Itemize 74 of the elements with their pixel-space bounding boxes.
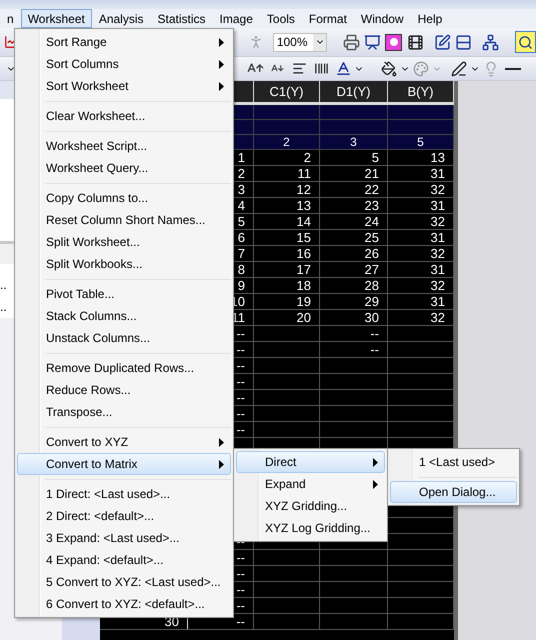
submenu-arrow-icon	[219, 82, 224, 90]
submenu-arrow-icon	[219, 60, 224, 68]
table-cell: 14	[254, 214, 320, 229]
film-icon	[406, 34, 424, 50]
menu-item[interactable]: 2 Direct: <default>...	[17, 505, 231, 527]
menu-bar-item[interactable]: Window	[354, 9, 411, 28]
table-cell: 23	[320, 198, 388, 213]
table-cell: 12	[254, 182, 320, 197]
menu-item[interactable]: Convert to Matrix	[17, 453, 231, 475]
table-cell: 21	[320, 166, 388, 181]
zoom-dropdown[interactable]: 100%	[272, 32, 328, 52]
table-cell: 30	[320, 310, 388, 325]
menu-item[interactable]: Sort Columns	[17, 53, 231, 75]
table-cell: 11	[254, 166, 320, 181]
pen-icon	[451, 60, 467, 76]
table-cell: 29	[320, 294, 388, 309]
printer-icon	[342, 34, 360, 50]
table-cell: 22	[320, 182, 388, 197]
table-cell: 20	[254, 310, 320, 325]
table-cell: 25	[320, 230, 388, 245]
rows-icon	[454, 34, 472, 50]
column-header[interactable]: C1(Y)	[254, 81, 320, 102]
table-cell: 26	[320, 246, 388, 261]
submenu-arrow-icon	[219, 460, 224, 468]
palette-icon	[413, 60, 429, 76]
menu-item[interactable]: XYZ Gridding...	[236, 495, 385, 517]
menu-item[interactable]: Sort Range	[17, 31, 231, 53]
hierarchy-icon	[482, 34, 499, 50]
font-color-icon	[334, 60, 352, 77]
menu-item[interactable]: Open Dialog...	[390, 481, 517, 503]
barcode-icon	[314, 61, 328, 76]
align-icon	[292, 61, 306, 76]
menu-bar-item[interactable]: Format	[302, 9, 354, 28]
presentation-icon	[364, 34, 382, 50]
menu-bar-item[interactable]: Worksheet	[20, 9, 92, 28]
menu-item[interactable]: 1 Direct: <Last used>...	[17, 483, 231, 505]
menu-item[interactable]: 1 <Last used>	[390, 451, 517, 473]
table-cell: 18	[254, 278, 320, 293]
submenu-arrow-icon	[219, 38, 224, 46]
table-cell: 24	[320, 214, 388, 229]
table-cell: 5	[320, 150, 388, 165]
table-cell: 13	[254, 198, 320, 213]
submenu-arrow-icon	[219, 438, 224, 446]
menu-bar-item[interactable]: Tools	[260, 9, 302, 28]
menu-bar-item[interactable]: Image	[212, 9, 260, 28]
table-cell: 2	[254, 135, 320, 149]
menu-bar-item[interactable]: Help	[410, 9, 450, 28]
menu-bar-item[interactable]: n	[0, 9, 21, 28]
table-cell: --	[320, 342, 388, 357]
table-cell: 15	[254, 230, 320, 245]
menu-item[interactable]: Sort Worksheet	[17, 75, 231, 97]
submenu-arrow-icon	[373, 480, 378, 488]
line-icon	[505, 68, 521, 70]
zoom-tool-button[interactable]	[514, 31, 536, 53]
menu-item[interactable]: Expand	[236, 473, 385, 495]
paint-bucket-icon	[381, 60, 397, 76]
table-cell: 16	[254, 246, 320, 261]
table-cell: 3	[320, 135, 388, 149]
menu-bar-item[interactable]: Analysis	[92, 9, 151, 28]
layer-button[interactable]	[383, 31, 404, 53]
table-cell: 28	[320, 278, 388, 293]
table-cell: --	[320, 326, 388, 341]
menu-item[interactable]: Clear Worksheet...	[17, 105, 231, 127]
table-cell: 19	[254, 294, 320, 309]
layer-icon	[385, 34, 402, 50]
menu-bar-item[interactable]: Statistics	[150, 9, 213, 28]
table-cell: 27	[320, 262, 388, 277]
table-cell: 2	[254, 150, 320, 165]
search-icon	[518, 34, 533, 50]
table-cell: 17	[254, 262, 320, 277]
column-header[interactable]: D1(Y)	[320, 81, 388, 102]
pen-window-icon	[434, 34, 451, 50]
menu-item[interactable]: Direct	[236, 451, 385, 473]
submenu-arrow-icon	[373, 458, 378, 466]
